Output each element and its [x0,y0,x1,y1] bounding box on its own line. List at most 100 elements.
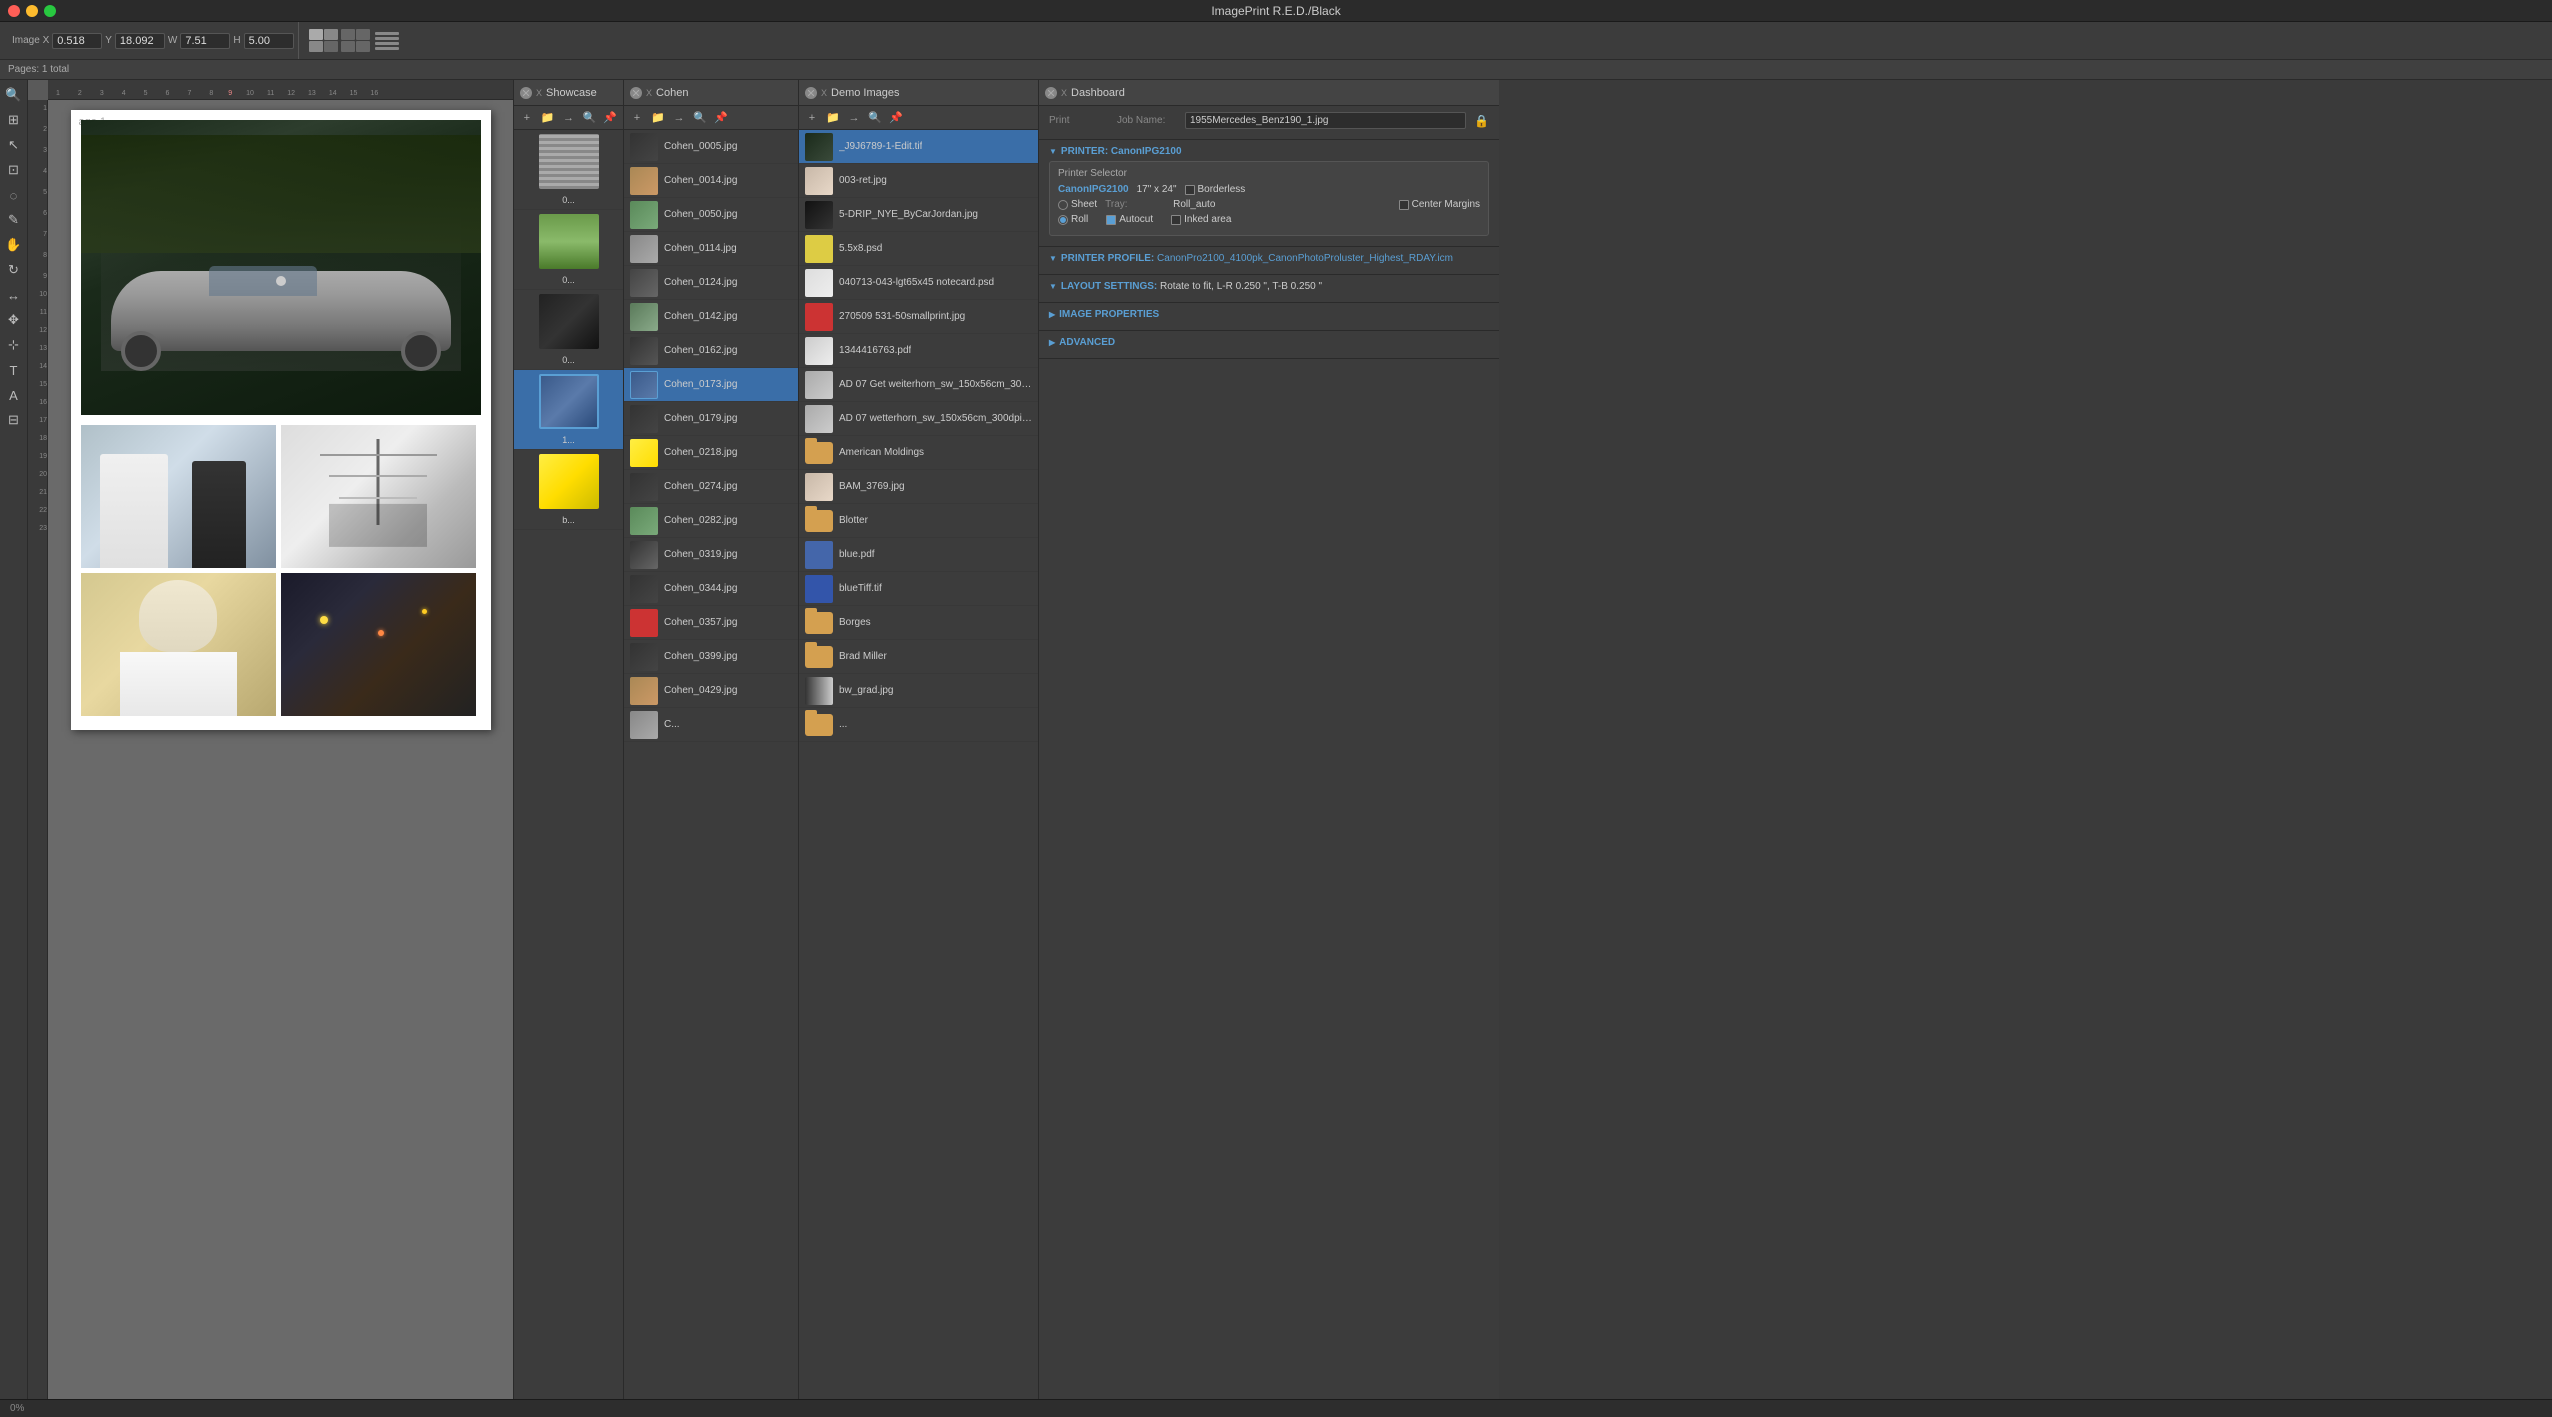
pointer-tool[interactable]: ↖ [3,134,25,156]
cohen-item-0014[interactable]: Cohen_0014.jpg [624,164,798,198]
cohen-pin-btn[interactable]: 📌 [712,109,730,127]
demo-item-ad07get[interactable]: AD 07 Get weiterhorn_sw_150x56cm_300dpi_… [799,368,1038,402]
demo-item-5x8[interactable]: 5.5x8.psd [799,232,1038,266]
h-value[interactable]: 5.00 [244,33,294,49]
demo-item-blue-pdf[interactable]: blue.pdf [799,538,1038,572]
dashboard-close[interactable] [1045,87,1057,99]
demo-images-file-list[interactable]: _J9J6789-1-Edit.tif 003-ret.jpg 5-DRIP_N… [799,130,1038,1399]
cohen-add-btn[interactable]: + [628,109,646,127]
cohen-item-0179[interactable]: Cohen_0179.jpg [624,402,798,436]
demo-item-american-moldings[interactable]: American Moldings [799,436,1038,470]
y-value[interactable]: 18.092 [115,33,165,49]
hand-tool[interactable]: ✋ [3,234,25,256]
grid-tool[interactable]: ⊞ [3,109,25,131]
demo-item-drip[interactable]: 5-DRIP_NYE_ByCarJordan.jpg [799,198,1038,232]
select-tool[interactable]: ⊹ [3,334,25,356]
showcase-item-1[interactable]: 0... [514,130,623,210]
lasso-tool[interactable]: ◌ [3,184,25,206]
demo-item-ad07wet[interactable]: AD 07 wetterhorn_sw_150x56cm_300dpi_prin… [799,402,1038,436]
w-value[interactable]: 7.51 [180,33,230,49]
demo-pin-btn[interactable]: 📌 [887,109,905,127]
advanced-title[interactable]: ADVANCED [1049,337,1489,348]
demo-item-bw-grad[interactable]: bw_grad.jpg [799,674,1038,708]
demo-item-003ret[interactable]: 003-ret.jpg [799,164,1038,198]
grid-photo-3[interactable] [81,573,276,716]
job-name-input[interactable] [1185,112,1466,129]
showcase-item-5[interactable]: b... [514,450,623,530]
layout-icons[interactable] [309,29,338,52]
brush-tool[interactable]: A [3,384,25,406]
autocut-checkbox[interactable]: Autocut [1106,214,1153,225]
grid-icons[interactable] [341,29,370,52]
minimize-button[interactable] [26,5,38,17]
demo-item-brad-miller[interactable]: Brad Miller [799,640,1038,674]
showcase-add-btn[interactable]: + [518,109,536,127]
cohen-item-0399[interactable]: Cohen_0399.jpg [624,640,798,674]
demo-folder-btn[interactable]: 📁 [824,109,842,127]
crop-tool[interactable]: ⊡ [3,159,25,181]
showcase-pin-btn[interactable]: 📌 [601,109,619,127]
showcase-item-2[interactable]: 0... [514,210,623,290]
cohen-item-c[interactable]: C... [624,708,798,742]
cohen-item-0344[interactable]: Cohen_0344.jpg [624,572,798,606]
demo-item-j9j6789[interactable]: _J9J6789-1-Edit.tif [799,130,1038,164]
cohen-item-0319[interactable]: Cohen_0319.jpg [624,538,798,572]
cohen-item-0050[interactable]: Cohen_0050.jpg [624,198,798,232]
arrow-tool[interactable]: ↔ [3,284,25,306]
cohen-search-btn[interactable]: 🔍 [691,109,709,127]
close-button[interactable] [8,5,20,17]
demo-item-blotter[interactable]: Blotter [799,504,1038,538]
center-margins-checkbox[interactable]: Center Margins [1399,199,1480,210]
pen-tool[interactable]: ✎ [3,209,25,231]
borderless-checkbox[interactable]: Borderless [1185,184,1246,195]
cohen-item-0429[interactable]: Cohen_0429.jpg [624,674,798,708]
showcase-file-list[interactable]: 0... 0... 0... 1... [514,130,623,1399]
demo-add-btn[interactable]: + [803,109,821,127]
cohen-nav-btn[interactable]: → [670,109,688,127]
demo-item-borges[interactable]: Borges [799,606,1038,640]
demo-search-btn[interactable]: 🔍 [866,109,884,127]
demo-item-040713[interactable]: 040713-043-lgt65x45 notecard.psd [799,266,1038,300]
roll-radio[interactable]: Roll [1058,214,1088,225]
rotate-tool[interactable]: ↻ [3,259,25,281]
showcase-close[interactable] [520,87,532,99]
grid-photo-2[interactable] [281,425,476,568]
maximize-button[interactable] [44,5,56,17]
showcase-item-4[interactable]: 1... [514,370,623,450]
showcase-folder-btn[interactable]: 📁 [539,109,557,127]
cohen-item-0114[interactable]: Cohen_0114.jpg [624,232,798,266]
cohen-item-0005[interactable]: Cohen_0005.jpg [624,130,798,164]
text-tool[interactable]: T [3,359,25,381]
image-properties-title[interactable]: IMAGE PROPERTIES [1049,309,1489,320]
cohen-item-0274[interactable]: Cohen_0274.jpg [624,470,798,504]
grid-photo-1[interactable] [81,425,276,568]
printer-section-title[interactable]: PRINTER: CanonIPG2100 [1049,146,1489,157]
cohen-item-0173[interactable]: Cohen_0173.jpg [624,368,798,402]
cohen-item-0162[interactable]: Cohen_0162.jpg [624,334,798,368]
sheet-radio[interactable]: Sheet [1058,199,1097,210]
layout-settings-title[interactable]: LAYOUT SETTINGS: Rotate to fit, L-R 0.25… [1049,281,1489,292]
demo-item-bluetiff[interactable]: blueTiff.tif [799,572,1038,606]
cohen-item-0142[interactable]: Cohen_0142.jpg [624,300,798,334]
cohen-item-0124[interactable]: Cohen_0124.jpg [624,266,798,300]
move-tool[interactable]: ✥ [3,309,25,331]
cohen-item-0282[interactable]: Cohen_0282.jpg [624,504,798,538]
demo-nav-btn[interactable]: → [845,109,863,127]
grid-photo-4[interactable] [281,573,476,716]
showcase-search-btn[interactable]: 🔍 [580,109,598,127]
demo-item-bam3769[interactable]: BAM_3769.jpg [799,470,1038,504]
zoom-tool[interactable]: 🔍 [3,84,25,106]
list-icons[interactable] [373,30,401,52]
printer-profile-title[interactable]: PRINTER PROFILE: CanonPro2100_4100pk_Can… [1049,253,1489,264]
inked-area-checkbox[interactable]: Inked area [1171,214,1231,225]
showcase-item-3[interactable]: 0... [514,290,623,370]
cohen-close[interactable] [630,87,642,99]
showcase-nav-btn[interactable]: → [560,109,578,127]
demo-item-270509[interactable]: 270509 531-50smallprint.jpg [799,300,1038,334]
grid2-tool[interactable]: ⊟ [3,409,25,431]
canvas-content[interactable]: age 1 [48,100,513,1399]
job-lock-icon[interactable]: 🔒 [1474,114,1489,128]
demo-item-1344416763[interactable]: 1344416763.pdf [799,334,1038,368]
cohen-item-0218[interactable]: Cohen_0218.jpg [624,436,798,470]
x-value[interactable]: 0.518 [52,33,102,49]
